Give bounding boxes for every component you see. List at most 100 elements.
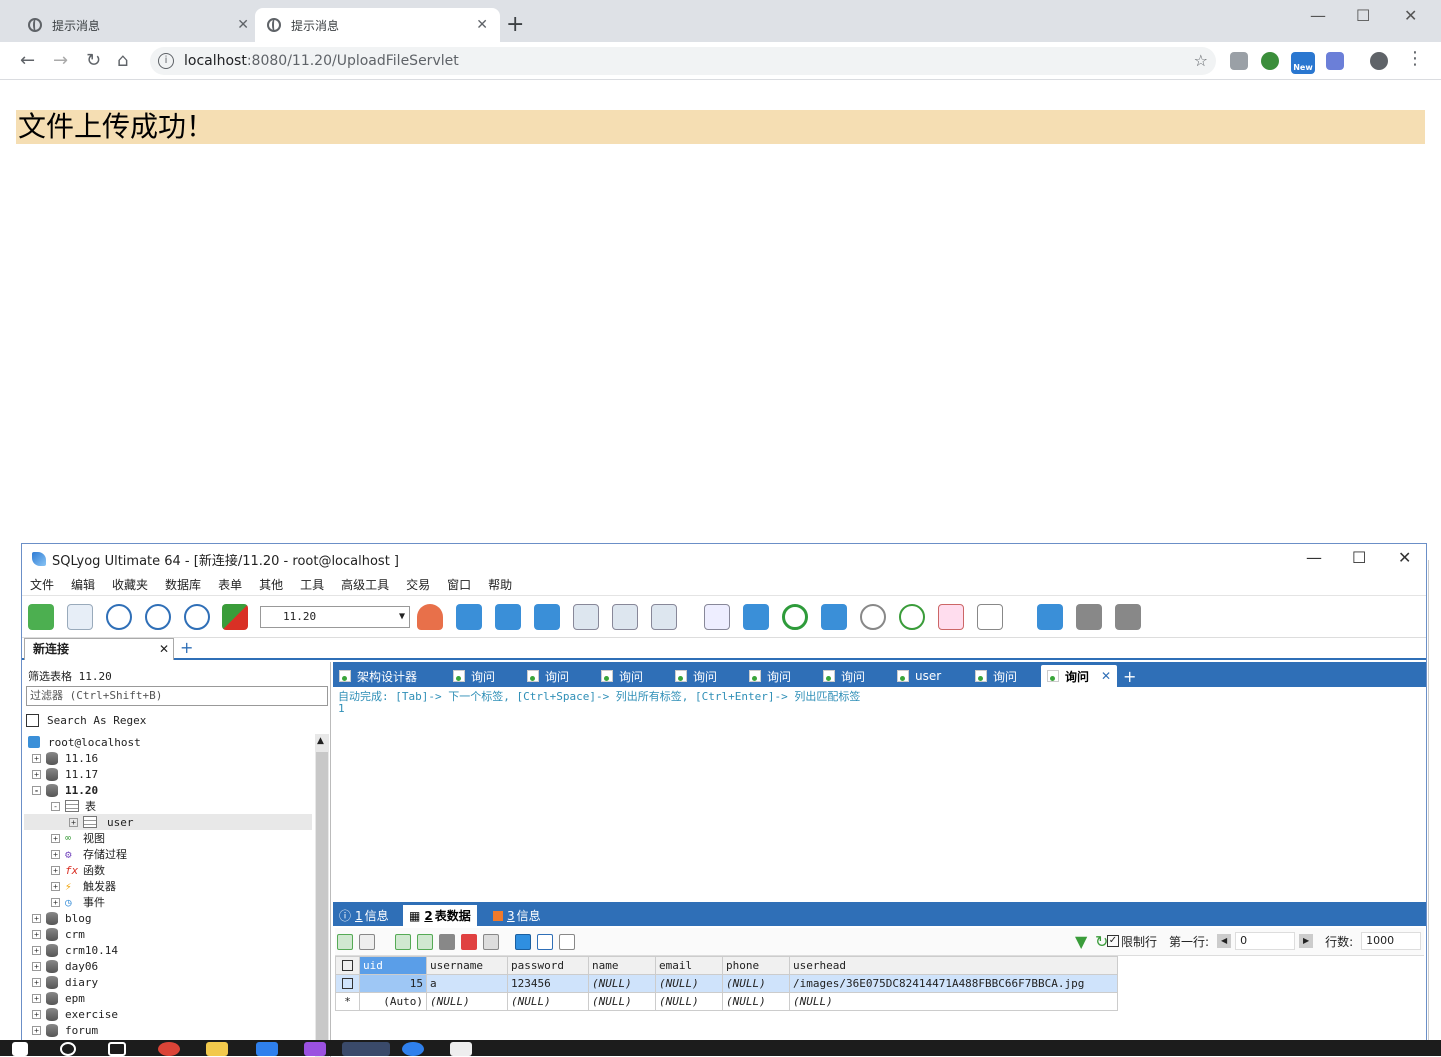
refresh-icon[interactable] [782,604,808,630]
maximize-icon[interactable]: ☐ [1352,548,1366,567]
grid-view-icon[interactable] [515,934,531,950]
close-window-icon[interactable]: ✕ [1398,548,1411,567]
tab-query[interactable]: 询问 [601,665,643,687]
regex-checkbox[interactable]: Search As Regex [26,714,146,727]
chrome-icon[interactable] [158,1042,180,1056]
checkbox-icon[interactable] [26,714,39,727]
forward-icon[interactable]: → [53,50,68,71]
address-bar[interactable]: i localhost:8080/11.20/UploadFileServlet… [150,47,1216,75]
close-window-icon[interactable]: ✕ [1404,6,1417,25]
tab-messages[interactable]: ⓘ 1 信息 [339,905,389,926]
db-sync-icon[interactable] [1115,604,1141,630]
import-icon[interactable] [395,934,411,950]
tree-node-db[interactable]: + crm10.14 [32,942,118,958]
cell-userhead[interactable]: (NULL) [789,992,1118,1011]
database-selector[interactable]: 11.20 ▼ [260,606,410,628]
close-icon[interactable]: ✕ [159,639,169,659]
db-copy-icon[interactable] [1037,604,1063,630]
tree-node-table-user[interactable]: + user [24,814,312,830]
refresh-db-icon[interactable] [743,604,769,630]
select-all-cell[interactable] [335,956,360,975]
delete-icon[interactable] [461,934,477,950]
export-icon[interactable] [612,604,638,630]
menu-table[interactable]: 表单 [218,576,242,593]
tree-node-tables[interactable]: - 表 [51,798,96,814]
expand-icon[interactable]: + [51,833,60,843]
db-action-icon[interactable] [821,604,847,630]
info-icon[interactable]: i [158,53,174,69]
tab-user-table[interactable]: user [897,665,941,687]
column-header-email[interactable]: email [655,956,723,975]
tab-table-data[interactable]: ▦ 2 表数据 [403,905,477,926]
browser-tab-2[interactable]: 提示消息 ✕ [255,8,500,42]
limit-checkbox[interactable]: ✓ [1107,935,1119,947]
query-editor[interactable]: 自动完成: [Tab]-> 下一个标签, [Ctrl+Space]-> 列出所有… [335,687,1424,900]
execute-edit-icon[interactable] [184,604,210,630]
export-icon[interactable] [417,934,433,950]
new-extension-icon[interactable]: New [1291,52,1315,74]
sync-db-icon[interactable] [534,604,560,630]
cell-username[interactable]: (NULL) [426,992,508,1011]
home-icon[interactable]: ⌂ [117,50,128,71]
schedule-icon[interactable] [704,604,730,630]
cell-email[interactable]: (NULL) [655,974,723,993]
expand-icon[interactable]: + [32,993,41,1003]
cell-uid[interactable]: 15 [359,974,427,993]
back-icon[interactable]: ← [20,50,35,71]
column-header-username[interactable]: username [426,956,508,975]
menu-database[interactable]: 数据库 [165,576,201,593]
tree-node-views[interactable]: + ∞ 视图 [51,830,105,846]
extension-icon[interactable] [1261,52,1279,70]
cancel-icon[interactable] [483,934,499,950]
window-icon[interactable] [938,604,964,630]
cell-name[interactable]: (NULL) [588,974,656,993]
menu-advanced-tools[interactable]: 高级工具 [341,576,389,593]
prev-page-icon[interactable]: ◀ [1217,934,1232,948]
filter-icon[interactable]: ▼ [1075,932,1087,951]
cell-name[interactable]: (NULL) [588,992,656,1011]
tree-node-db[interactable]: + 11.17 [32,766,98,782]
scroll-up-icon[interactable]: ▲ [317,736,324,746]
cell-userhead[interactable]: /images/36E075DC82414471A488FBBC66F7BBCA… [789,974,1118,993]
diagram-icon[interactable] [977,604,1003,630]
execute-icon[interactable] [106,604,132,630]
browser-tab-1[interactable]: 提示消息 ✕ [16,8,261,42]
minimize-icon[interactable]: — [1310,6,1326,25]
chat-icon[interactable] [402,1042,424,1056]
menu-edit[interactable]: 编辑 [71,576,95,593]
expand-icon[interactable]: + [51,849,60,859]
tree-node-db[interactable]: + 11.16 [32,750,98,766]
cell-uid[interactable]: (Auto) [359,992,427,1011]
tree-node-db[interactable]: + day06 [32,958,98,974]
tree-node-db[interactable]: + forum [32,1022,98,1038]
connect-icon[interactable] [28,604,54,630]
menu-icon[interactable]: ⋮ [1406,48,1424,69]
start-icon[interactable] [12,1042,28,1056]
menu-other[interactable]: 其他 [259,576,283,593]
cell-password[interactable]: 123456 [507,974,589,993]
expand-icon[interactable]: + [51,897,60,907]
checkbox-icon[interactable] [342,978,353,989]
column-header-uid[interactable]: uid [359,956,427,975]
tree-node-db[interactable]: + diary [32,974,98,990]
expand-icon[interactable]: + [69,817,78,827]
expand-icon[interactable]: + [51,865,60,875]
tree-node-events[interactable]: + ◷ 事件 [51,894,105,910]
cell-phone[interactable]: (NULL) [722,992,790,1011]
tab-query[interactable]: 询问 [527,665,569,687]
tab-info[interactable]: 3 信息 [493,905,541,926]
tree-scrollbar[interactable]: ▲ [315,734,329,1057]
new-tab-button[interactable]: + [506,12,524,37]
first-row-input[interactable]: 0 [1235,932,1296,950]
close-tab-icon[interactable]: ✕ [476,17,488,33]
tab-query-active[interactable]: 询问 ✕ [1041,665,1118,687]
extension-icon[interactable] [1230,52,1248,70]
user-manager-icon[interactable] [417,604,443,630]
close-tab-icon[interactable]: ✕ [237,17,249,33]
column-header-phone[interactable]: phone [722,956,790,975]
menu-file[interactable]: 文件 [30,576,54,593]
minimize-icon[interactable]: — [1306,548,1322,567]
bookmark-star-icon[interactable]: ☆ [1194,51,1208,70]
tree-node-procedures[interactable]: + ⚙ 存储过程 [51,846,127,862]
cell-username[interactable]: a [426,974,508,993]
